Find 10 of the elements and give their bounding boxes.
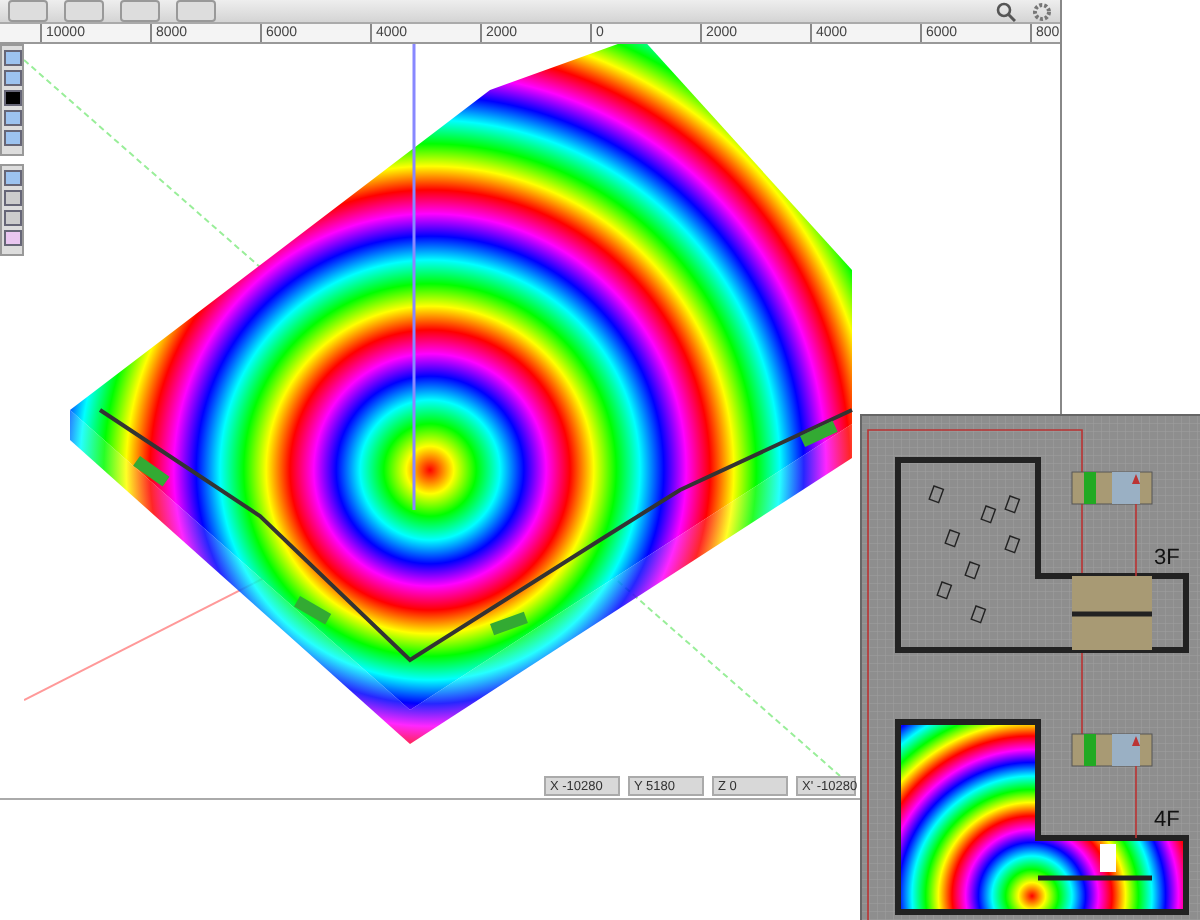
toolbar-button[interactable] bbox=[176, 0, 216, 22]
search-icon[interactable] bbox=[996, 1, 1016, 21]
floor-label: 4F bbox=[1154, 808, 1180, 832]
toolbar-button[interactable] bbox=[64, 0, 104, 22]
settings-icon[interactable] bbox=[1032, 1, 1052, 21]
toolbar-button[interactable] bbox=[120, 0, 160, 22]
floor-label: 3F bbox=[1154, 546, 1180, 570]
staircase-drawing bbox=[1071, 733, 1153, 839]
toolbar-button[interactable] bbox=[8, 0, 48, 22]
staircase-drawing bbox=[1071, 471, 1153, 577]
